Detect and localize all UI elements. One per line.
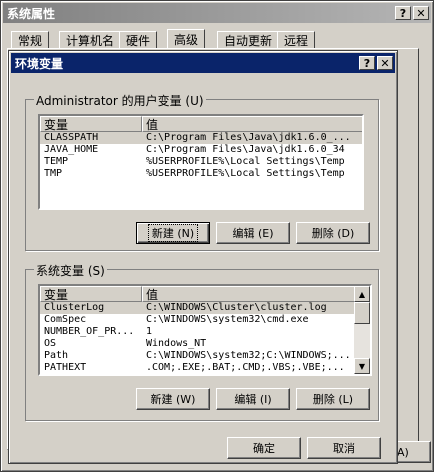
- user-var-row[interactable]: JAVA_HOME C:\Program Files\Java\jdk1.6.0_…: [40, 144, 362, 156]
- dialog-help-button[interactable]: ?: [359, 56, 375, 70]
- user-variables-label: Administrator 的用户变量 (U): [34, 92, 206, 109]
- system-variables-group: 系统变量 (S) 变量 值 ClusterLog C:\WINDOWS\Clust…: [25, 262, 379, 421]
- tab-advanced[interactable]: 高级: [167, 29, 206, 49]
- cancel-button[interactable]: 取消: [307, 437, 381, 459]
- system-variables-list[interactable]: 变量 值 ClusterLog C:\WINDOWS\Cluster\cluste…: [38, 284, 372, 376]
- tab-computer-name[interactable]: 计算机名: [59, 31, 122, 49]
- sys-var-row[interactable]: PATHEXT .COM;.EXE;.BAT;.CMD;.VBS;.VBE;...: [40, 362, 370, 374]
- sys-new-button[interactable]: 新建 (W): [136, 388, 210, 410]
- user-new-button[interactable]: 新建 (N): [136, 222, 210, 244]
- sys-var-row[interactable]: NUMBER_OF_PR... 1: [40, 326, 370, 338]
- user-var-row[interactable]: TMP %USERPROFILE%\Local Settings\Temp: [40, 168, 362, 180]
- sys-var-row[interactable]: ComSpec C:\WINDOWS\system32\cmd.exe: [40, 314, 370, 326]
- system-properties-titlebar[interactable]: 系统属性 ? ✕: [3, 3, 431, 23]
- user-var-row[interactable]: CLASSPATH C:\Program Files\Java\jdk1.6.0_…: [40, 132, 362, 144]
- system-properties-title: 系统属性: [7, 6, 56, 21]
- user-column-header-name[interactable]: 变量: [40, 116, 142, 132]
- tab-automatic-updates[interactable]: 自动更新: [217, 31, 280, 49]
- tab-remote[interactable]: 远程: [277, 31, 316, 49]
- tab-hardware[interactable]: 硬件: [119, 31, 158, 49]
- scrollbar-thumb[interactable]: [354, 302, 370, 324]
- ok-button[interactable]: 确定: [227, 437, 301, 459]
- user-var-row[interactable]: TEMP %USERPROFILE%\Local Settings\Temp: [40, 156, 362, 168]
- environment-variables-title: 环境变量: [15, 56, 64, 71]
- outer-partial-button[interactable]: A): [393, 441, 431, 463]
- sys-delete-button[interactable]: 删除 (L): [296, 388, 370, 410]
- sys-edit-button[interactable]: 编辑 (I): [216, 388, 290, 410]
- outer-close-button[interactable]: ✕: [413, 6, 429, 20]
- user-variables-group: Administrator 的用户变量 (U) 变量 值 CLASSPATH C:…: [25, 92, 379, 251]
- user-column-header-value[interactable]: 值: [142, 116, 362, 132]
- user-delete-button[interactable]: 删除 (D): [296, 222, 370, 244]
- sys-var-row[interactable]: ClusterLog C:\WINDOWS\Cluster\cluster.log: [40, 302, 370, 314]
- environment-variables-titlebar[interactable]: 环境变量 ? ✕: [11, 53, 395, 73]
- tab-general[interactable]: 常规: [11, 31, 50, 49]
- user-variables-list[interactable]: 变量 值 CLASSPATH C:\Program Files\Java\jdk1…: [38, 114, 364, 210]
- scroll-down-arrow-icon[interactable]: ▼: [354, 358, 370, 374]
- sys-column-header-value[interactable]: 值: [142, 286, 356, 302]
- dialog-close-button[interactable]: ✕: [377, 56, 393, 70]
- outer-help-button[interactable]: ?: [395, 6, 411, 20]
- environment-variables-dialog: 环境变量 ? ✕ Administrator 的用户变量 (U) 变量 值 CL…: [8, 50, 398, 464]
- sys-var-row[interactable]: Path C:\WINDOWS\system32;C:\WINDOWS;...: [40, 350, 370, 362]
- sys-var-row[interactable]: OS Windows_NT: [40, 338, 370, 350]
- sys-column-header-name[interactable]: 变量: [40, 286, 142, 302]
- system-variables-scrollbar[interactable]: ▲ ▼: [354, 286, 370, 374]
- user-edit-button[interactable]: 编辑 (E): [216, 222, 290, 244]
- scroll-up-arrow-icon[interactable]: ▲: [354, 286, 370, 302]
- system-variables-label: 系统变量 (S): [34, 262, 107, 279]
